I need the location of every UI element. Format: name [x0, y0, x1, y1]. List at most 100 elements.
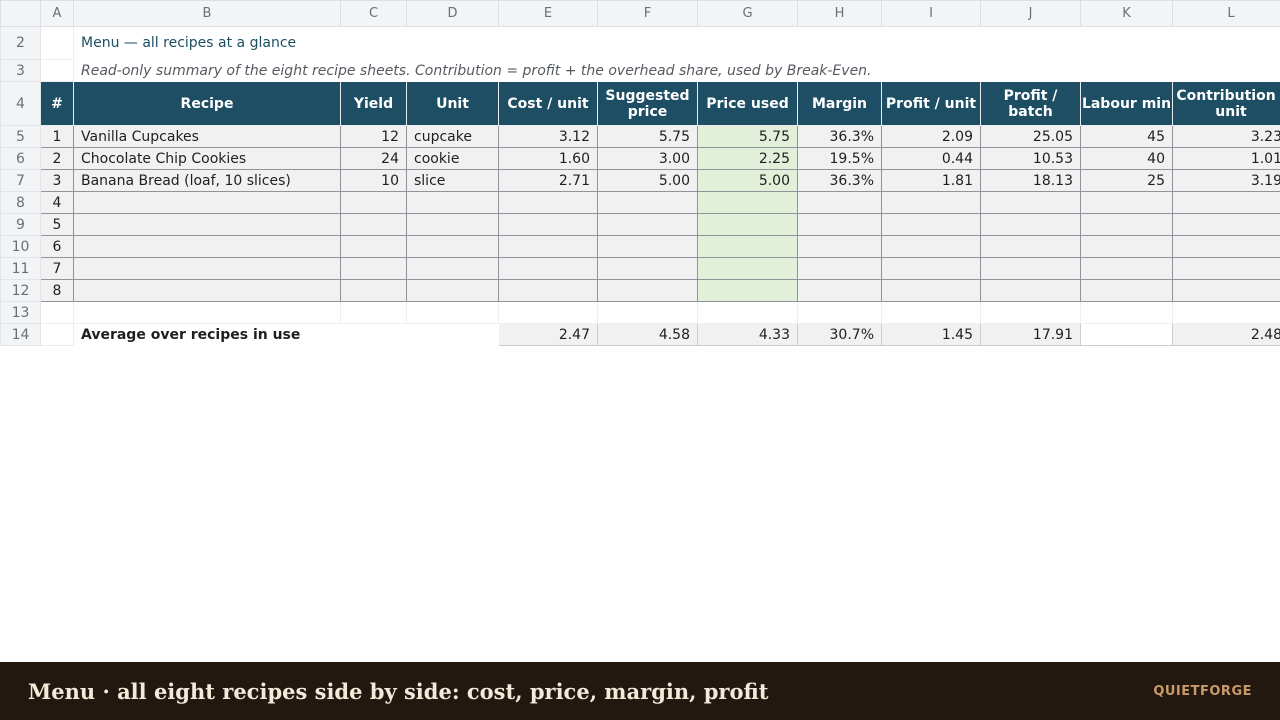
- cost-per-unit-cell[interactable]: [498, 235, 598, 258]
- row-header-14[interactable]: 14: [0, 323, 41, 346]
- unit-cell[interactable]: [406, 257, 499, 280]
- contribution-cell[interactable]: [1172, 191, 1280, 214]
- contribution-cell[interactable]: 3.23: [1172, 125, 1280, 148]
- profit-per-batch-cell[interactable]: 18.13: [980, 169, 1081, 192]
- row-header-10[interactable]: 10: [0, 235, 41, 258]
- header-profit-per-batch[interactable]: Profit / batch: [980, 81, 1081, 126]
- empty-cell[interactable]: [40, 323, 74, 346]
- recipe-number-cell[interactable]: 8: [40, 279, 74, 302]
- row-header-3[interactable]: 3: [0, 59, 41, 82]
- row-header-9[interactable]: 9: [0, 213, 41, 236]
- profit-per-batch-cell[interactable]: [980, 191, 1081, 214]
- labour-min-cell[interactable]: 40: [1080, 147, 1173, 170]
- recipe-number-cell[interactable]: 3: [40, 169, 74, 192]
- cell-a3[interactable]: [40, 59, 74, 82]
- average-profit-per-batch[interactable]: 17.91: [980, 323, 1081, 346]
- recipe-name-cell[interactable]: Banana Bread (loaf, 10 slices): [73, 169, 341, 192]
- row-header-13[interactable]: 13: [0, 301, 41, 324]
- recipe-name-cell[interactable]: [73, 213, 341, 236]
- empty-cell[interactable]: [980, 301, 1081, 324]
- row-header-12[interactable]: 12: [0, 279, 41, 302]
- empty-cell[interactable]: [597, 301, 698, 324]
- recipe-name-cell[interactable]: Vanilla Cupcakes: [73, 125, 341, 148]
- empty-cell[interactable]: [797, 301, 882, 324]
- header-profit-per-unit[interactable]: Profit / unit: [881, 81, 981, 126]
- profit-per-unit-cell[interactable]: 2.09: [881, 125, 981, 148]
- column-header-g[interactable]: G: [697, 0, 798, 27]
- contribution-cell[interactable]: [1172, 279, 1280, 302]
- profit-per-batch-cell[interactable]: [980, 213, 1081, 236]
- margin-cell[interactable]: [797, 257, 882, 280]
- select-all-corner[interactable]: [0, 0, 41, 27]
- row-header-6[interactable]: 6: [0, 147, 41, 170]
- average-labour-min[interactable]: [1080, 323, 1173, 346]
- profit-per-unit-cell[interactable]: [881, 213, 981, 236]
- yield-cell[interactable]: [340, 191, 407, 214]
- profit-per-batch-cell[interactable]: [980, 279, 1081, 302]
- empty-cell[interactable]: [406, 301, 499, 324]
- row-header-7[interactable]: 7: [0, 169, 41, 192]
- margin-cell[interactable]: 19.5%: [797, 147, 882, 170]
- labour-min-cell[interactable]: [1080, 257, 1173, 280]
- unit-cell[interactable]: [406, 235, 499, 258]
- column-header-i[interactable]: I: [881, 0, 981, 27]
- price-used-cell[interactable]: 2.25: [697, 147, 798, 170]
- header-suggested-price[interactable]: Suggested price: [597, 81, 698, 126]
- price-used-cell[interactable]: [697, 191, 798, 214]
- recipe-name-cell[interactable]: [73, 235, 341, 258]
- profit-per-batch-cell[interactable]: 10.53: [980, 147, 1081, 170]
- yield-cell[interactable]: 10: [340, 169, 407, 192]
- profit-per-unit-cell[interactable]: 0.44: [881, 147, 981, 170]
- header-recipe[interactable]: Recipe: [73, 81, 341, 126]
- column-header-c[interactable]: C: [340, 0, 407, 27]
- cost-per-unit-cell[interactable]: [498, 257, 598, 280]
- recipe-number-cell[interactable]: 4: [40, 191, 74, 214]
- margin-cell[interactable]: [797, 191, 882, 214]
- cost-per-unit-cell[interactable]: 1.60: [498, 147, 598, 170]
- average-suggested-price[interactable]: 4.58: [597, 323, 698, 346]
- unit-cell[interactable]: [406, 279, 499, 302]
- contribution-cell[interactable]: [1172, 213, 1280, 236]
- average-profit-per-unit[interactable]: 1.45: [881, 323, 981, 346]
- contribution-cell[interactable]: [1172, 235, 1280, 258]
- empty-cell[interactable]: [1080, 301, 1173, 324]
- margin-cell[interactable]: 36.3%: [797, 125, 882, 148]
- profit-per-batch-cell[interactable]: 25.05: [980, 125, 1081, 148]
- labour-min-cell[interactable]: [1080, 235, 1173, 258]
- row-header-2[interactable]: 2: [0, 26, 41, 60]
- column-header-d[interactable]: D: [406, 0, 499, 27]
- contribution-cell[interactable]: 1.01: [1172, 147, 1280, 170]
- column-header-k[interactable]: K: [1080, 0, 1173, 27]
- labour-min-cell[interactable]: 45: [1080, 125, 1173, 148]
- empty-cell[interactable]: [697, 301, 798, 324]
- suggested-price-cell[interactable]: 5.75: [597, 125, 698, 148]
- row-header-5[interactable]: 5: [0, 125, 41, 148]
- labour-min-cell[interactable]: [1080, 191, 1173, 214]
- cost-per-unit-cell[interactable]: [498, 279, 598, 302]
- unit-cell[interactable]: cookie: [406, 147, 499, 170]
- yield-cell[interactable]: 24: [340, 147, 407, 170]
- header-cost-per-unit[interactable]: Cost / unit: [498, 81, 598, 126]
- unit-cell[interactable]: [406, 213, 499, 236]
- header-contribution-per-unit[interactable]: Contribution / unit: [1172, 81, 1280, 126]
- suggested-price-cell[interactable]: [597, 257, 698, 280]
- column-header-a[interactable]: A: [40, 0, 74, 27]
- yield-cell[interactable]: [340, 257, 407, 280]
- profit-per-batch-cell[interactable]: [980, 235, 1081, 258]
- suggested-price-cell[interactable]: [597, 279, 698, 302]
- page-title[interactable]: Menu — all recipes at a glance: [73, 26, 1280, 60]
- column-header-e[interactable]: E: [498, 0, 598, 27]
- cost-per-unit-cell[interactable]: [498, 213, 598, 236]
- recipe-number-cell[interactable]: 1: [40, 125, 74, 148]
- suggested-price-cell[interactable]: [597, 213, 698, 236]
- price-used-cell[interactable]: [697, 279, 798, 302]
- column-header-j[interactable]: J: [980, 0, 1081, 27]
- profit-per-unit-cell[interactable]: [881, 279, 981, 302]
- margin-cell[interactable]: [797, 279, 882, 302]
- header-unit[interactable]: Unit: [406, 81, 499, 126]
- empty-cell[interactable]: [1172, 301, 1280, 324]
- recipe-number-cell[interactable]: 2: [40, 147, 74, 170]
- row-header-4[interactable]: 4: [0, 81, 41, 126]
- recipe-number-cell[interactable]: 6: [40, 235, 74, 258]
- recipe-number-cell[interactable]: 5: [40, 213, 74, 236]
